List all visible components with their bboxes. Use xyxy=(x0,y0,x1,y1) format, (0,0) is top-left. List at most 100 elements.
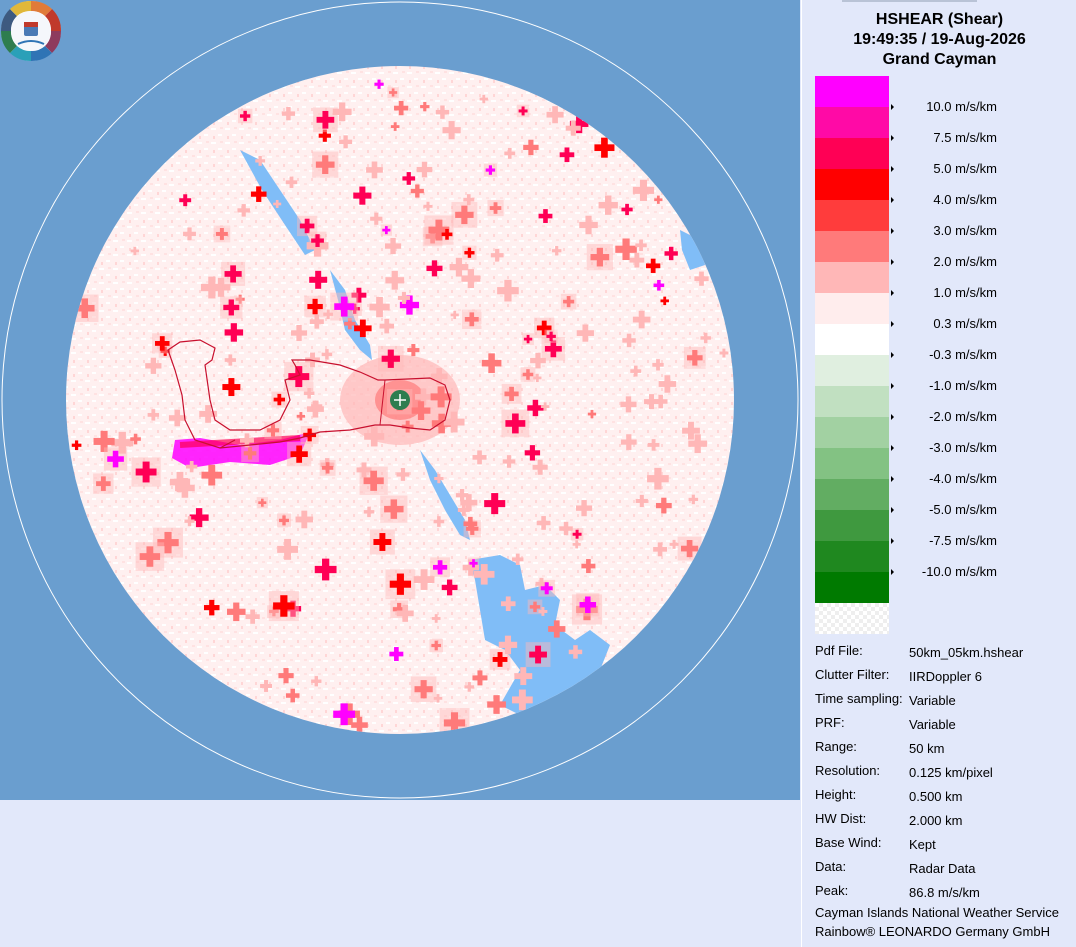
shear-cell xyxy=(221,261,246,286)
shear-cell xyxy=(439,708,470,734)
legend-label: -5.0 m/s/km xyxy=(929,502,997,517)
info-value: Radar Data xyxy=(909,861,976,876)
info-row: Clutter Filter: IIRDoppler 6 xyxy=(815,667,1075,685)
shear-cell xyxy=(284,361,314,392)
legend-tick-icon xyxy=(891,507,894,513)
legend-label: 5.0 m/s/km xyxy=(933,161,997,176)
shear-cell xyxy=(152,333,173,354)
legend-swatch xyxy=(815,417,889,448)
info-value: Variable xyxy=(909,693,956,708)
legend-label: -3.0 m/s/km xyxy=(929,440,997,455)
shear-cell xyxy=(131,457,161,487)
shear-cell xyxy=(483,163,498,177)
radar-map[interactable] xyxy=(0,0,800,800)
info-key: PRF: xyxy=(815,715,845,730)
info-row: Data: Radar Data xyxy=(815,859,1075,877)
legend-tick-icon xyxy=(891,352,894,358)
legend-swatch xyxy=(815,510,889,541)
info-row: HW Dist: 2.000 km xyxy=(815,811,1075,829)
shear-cell xyxy=(385,569,416,600)
shear-cell xyxy=(516,104,530,118)
info-key: HW Dist: xyxy=(815,811,867,826)
shear-cell xyxy=(277,513,292,528)
info-key: Clutter Filter: xyxy=(815,667,890,682)
shear-cell xyxy=(430,557,451,578)
shear-cell xyxy=(451,201,478,228)
shear-cell xyxy=(677,536,702,561)
info-row: Time sampling: Variable xyxy=(815,691,1075,709)
shear-cell xyxy=(304,295,326,318)
product-title: HSHEAR (Shear) xyxy=(875,11,1004,28)
shear-cell xyxy=(467,557,480,570)
legend-label: 1.0 m/s/km xyxy=(933,285,997,300)
info-value: 86.8 m/s/km xyxy=(909,885,980,900)
legend-tick-icon xyxy=(891,321,894,327)
info-row: Range: 50 km xyxy=(815,739,1075,757)
shear-cell xyxy=(103,447,128,471)
legend-label: -4.0 m/s/km xyxy=(929,471,997,486)
shear-cell xyxy=(487,199,504,217)
legend-tick-icon xyxy=(891,569,894,575)
info-value: 50 km xyxy=(909,741,945,756)
info-key: Base Wind: xyxy=(815,835,882,850)
shear-cell xyxy=(380,224,393,236)
shear-cell xyxy=(560,293,577,310)
info-value: IIRDoppler 6 xyxy=(909,669,982,684)
legend-tick-icon xyxy=(891,166,894,172)
legend-label: 3.0 m/s/km xyxy=(933,223,997,238)
legend-label: -0.3 m/s/km xyxy=(929,347,997,362)
legend-tick-icon xyxy=(891,414,894,420)
shear-cell xyxy=(93,473,114,494)
legend-label: 4.0 m/s/km xyxy=(933,192,997,207)
info-key: Height: xyxy=(815,787,857,802)
shear-cell xyxy=(319,459,336,476)
legend-label: -7.5 m/s/km xyxy=(929,533,997,548)
info-row: Peak: 86.8 m/s/km xyxy=(815,883,1075,901)
legend-label: 7.5 m/s/km xyxy=(933,130,997,145)
info-value: 0.500 km xyxy=(909,789,963,804)
legend-swatch xyxy=(815,572,889,603)
shear-cell xyxy=(308,231,327,250)
info-row: Height: 0.500 km xyxy=(815,787,1075,805)
empty-area xyxy=(0,800,800,947)
info-value: 50km_05km.hshear xyxy=(909,645,1024,660)
shear-cell xyxy=(429,638,444,653)
shear-cell xyxy=(586,244,613,271)
legend-swatch xyxy=(815,262,889,293)
shear-cell xyxy=(135,542,165,571)
shear-cell xyxy=(424,215,454,245)
shear-cell xyxy=(387,86,399,99)
shear-cell xyxy=(538,579,556,597)
footer-line-1: Cayman Islands National Weather Service xyxy=(815,905,1059,920)
shear-cell xyxy=(380,495,408,523)
shear-cell xyxy=(330,292,359,321)
shear-cell xyxy=(522,333,534,345)
radar-image xyxy=(1,1,799,799)
shear-cell xyxy=(576,593,600,617)
legend-tick-icon xyxy=(891,476,894,482)
info-key: Range: xyxy=(815,739,857,754)
shear-cell xyxy=(359,466,388,495)
shear-cell xyxy=(213,225,231,243)
legend-tick-icon xyxy=(891,259,894,265)
info-value: 0.125 km/pixel xyxy=(909,765,993,780)
info-key: Time sampling: xyxy=(815,691,903,706)
legend-swatch xyxy=(815,107,889,138)
legend-tick-icon xyxy=(891,290,894,296)
info-key: Data: xyxy=(815,859,847,874)
shear-cell xyxy=(520,367,536,382)
legend-swatch xyxy=(815,169,889,200)
shear-cell xyxy=(377,345,404,372)
shear-cell xyxy=(462,309,482,330)
shear-cell xyxy=(220,296,243,319)
shear-cell xyxy=(256,497,268,509)
shear-cell xyxy=(312,151,339,178)
legend-swatch xyxy=(815,138,889,169)
legend-swatch xyxy=(815,76,889,107)
shear-cell xyxy=(237,108,253,124)
shear-cell xyxy=(369,529,395,555)
shear-cell xyxy=(271,391,288,408)
shear-cell xyxy=(570,527,584,541)
shear-cell xyxy=(410,676,437,702)
shear-cell xyxy=(268,590,299,622)
